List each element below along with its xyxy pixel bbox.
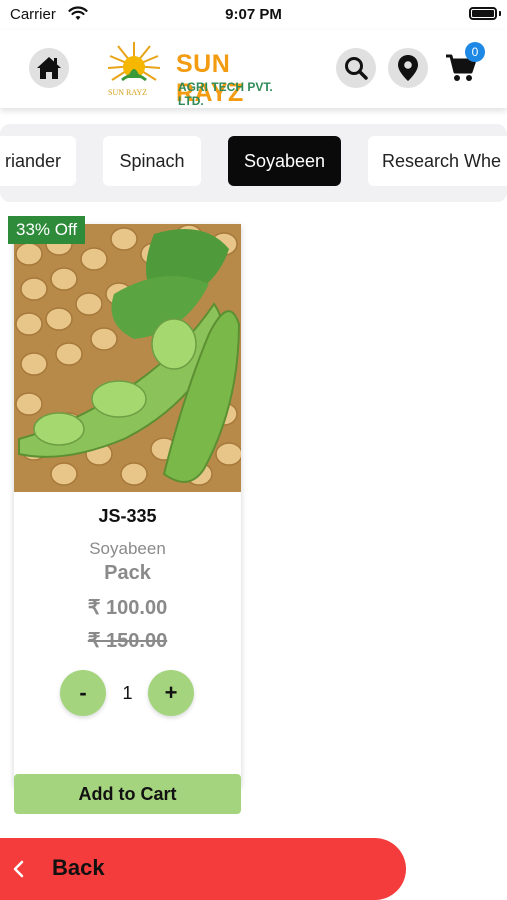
product-card[interactable]: 33% Off JS-335 Soyabeen Pack ₹ 100.00 ₹ …	[8, 216, 241, 814]
quantity-increase-button[interactable]: +	[148, 670, 194, 716]
back-button[interactable]: Back	[0, 838, 406, 900]
add-to-cart-label: Add to Cart	[78, 783, 177, 804]
cart-button[interactable]: 0	[441, 42, 485, 88]
category-strip[interactable]: riander Spinach Soyabeen Research Whe	[0, 124, 507, 202]
location-pin-icon	[398, 55, 418, 81]
product-image	[14, 224, 241, 492]
battery-icon	[469, 7, 497, 20]
location-button[interactable]	[388, 48, 428, 88]
product-price: ₹ 100.00	[87, 597, 168, 619]
product-unit: Pack	[104, 562, 151, 584]
quantity-value: 1	[122, 683, 133, 703]
category-chip-label: Research Whe	[382, 150, 502, 171]
category-chip-spinach[interactable]: Spinach	[103, 136, 201, 186]
logo-subtitle: AGRI TECH PVT. LTD.	[178, 80, 273, 108]
category-chip-research-wheat[interactable]: Research Whe	[368, 136, 507, 186]
category-chip-label: Spinach	[119, 150, 185, 171]
search-icon	[345, 57, 368, 80]
search-button[interactable]	[336, 48, 376, 88]
category-chip-soyabeen[interactable]: Soyabeen	[228, 136, 341, 186]
chevron-left-icon	[13, 860, 24, 878]
category-chip-label: Soyabeen	[243, 150, 326, 171]
brand-logo: SUN RAYZ SUN RAYZ AGRI TECH PVT. LTD.	[104, 38, 294, 108]
home-icon	[37, 57, 61, 79]
product-name: JS-335	[98, 506, 157, 526]
quantity-decrease-button[interactable]: -	[60, 670, 106, 716]
status-bar: Carrier 9:07 PM	[0, 0, 507, 30]
app-header: SUN RAYZ SUN RAYZ AGRI TECH PVT. LTD. 0	[0, 30, 507, 108]
clock-time: 9:07 PM	[225, 6, 282, 23]
product-category: Soyabeen	[89, 539, 166, 558]
product-original-price: ₹ 150.00	[87, 630, 168, 652]
back-label: Back	[52, 855, 105, 880]
battery-nub	[499, 11, 501, 16]
category-chip-coriander[interactable]: riander	[0, 136, 76, 186]
category-chip-label: riander	[4, 150, 62, 171]
soybean-image	[14, 224, 241, 492]
discount-badge: 33% Off	[8, 216, 86, 244]
cart-count-badge: 0	[465, 42, 485, 62]
home-button[interactable]	[29, 48, 69, 88]
logo-mark-text: SUN RAYZ	[108, 88, 148, 97]
add-to-cart-button[interactable]: Add to Cart	[14, 774, 241, 814]
